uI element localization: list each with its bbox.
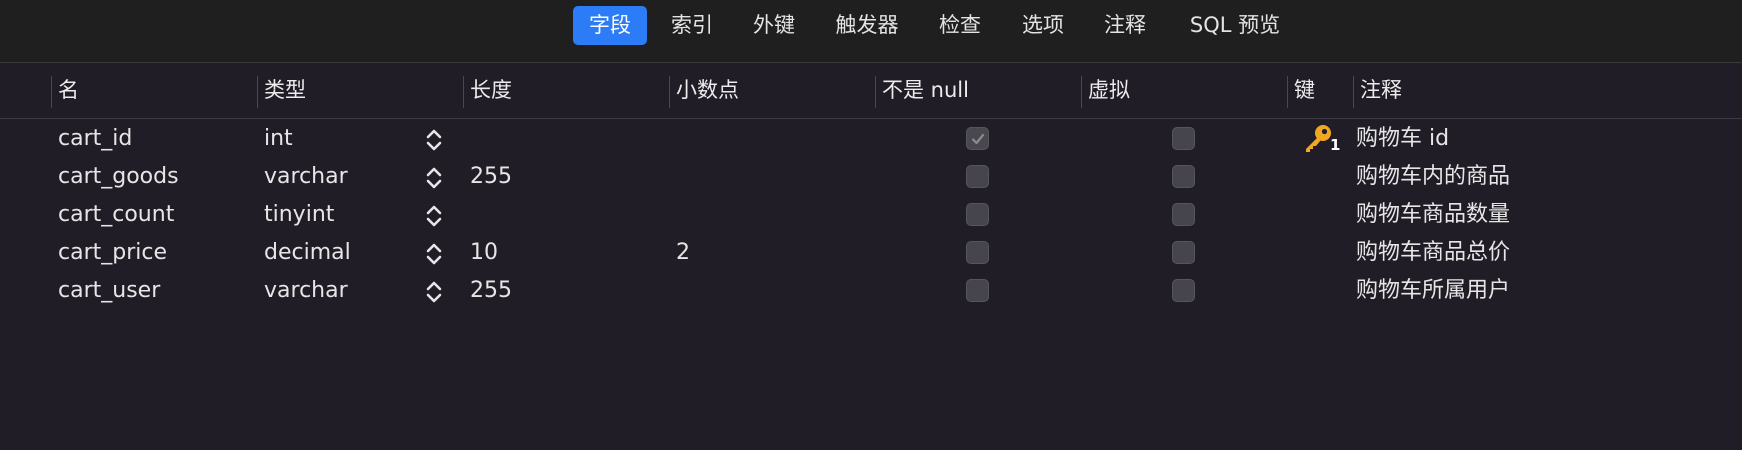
tab-foreign-keys[interactable]: 外键 — [742, 6, 806, 45]
column-header-name[interactable]: 名 — [58, 63, 79, 118]
field-type-cell[interactable]: varchar — [264, 158, 348, 196]
field-decimals-cell[interactable]: 2 — [676, 234, 690, 272]
field-name-cell[interactable]: cart_price — [58, 234, 167, 272]
up-down-chevron-icon[interactable] — [426, 203, 442, 229]
up-down-chevron-icon[interactable] — [426, 165, 442, 191]
column-header-type[interactable]: 类型 — [264, 63, 306, 118]
virtual-checkbox[interactable] — [1172, 127, 1195, 150]
field-type-cell[interactable]: decimal — [264, 234, 351, 272]
column-divider[interactable] — [669, 76, 670, 108]
up-down-chevron-icon[interactable] — [426, 241, 442, 267]
field-name-cell[interactable]: cart_goods — [58, 158, 179, 196]
column-divider[interactable] — [875, 76, 876, 108]
tab-options[interactable]: 选项 — [1011, 6, 1075, 45]
table-row[interactable]: cart_goods varchar 255 购物车内的商品 — [0, 158, 1742, 196]
column-header-not-null[interactable]: 不是 null — [882, 63, 969, 118]
tab-checks[interactable]: 检查 — [928, 6, 992, 45]
column-divider[interactable] — [257, 76, 258, 108]
virtual-checkbox[interactable] — [1172, 203, 1195, 226]
field-type-cell[interactable]: tinyint — [264, 196, 334, 234]
key-order-number: 1 — [1330, 136, 1341, 154]
tab-indexes[interactable]: 索引 — [660, 6, 724, 45]
field-comment-cell[interactable]: 购物车所属用户 — [1356, 272, 1510, 310]
tab-bar: 字段 索引 外键 触发器 检查 选项 注释 SQL 预览 — [0, 0, 1742, 63]
virtual-checkbox[interactable] — [1172, 279, 1195, 302]
field-type-cell[interactable]: varchar — [264, 272, 348, 310]
column-divider[interactable] — [51, 76, 52, 108]
not-null-checkbox[interactable] — [966, 203, 989, 226]
tab-sql-preview[interactable]: SQL 预览 — [1176, 6, 1294, 45]
field-type-cell[interactable]: int — [264, 120, 293, 158]
field-comment-cell[interactable]: 购物车商品总价 — [1356, 234, 1510, 272]
primary-key-icon — [1306, 125, 1331, 152]
field-name-cell[interactable]: cart_user — [58, 272, 160, 310]
not-null-checkbox[interactable] — [966, 127, 989, 150]
table-row[interactable]: cart_count tinyint 购物车商品数量 — [0, 196, 1742, 234]
virtual-checkbox[interactable] — [1172, 165, 1195, 188]
not-null-checkbox[interactable] — [966, 165, 989, 188]
table-row[interactable]: cart_user varchar 255 购物车所属用户 — [0, 272, 1742, 310]
column-divider[interactable] — [1287, 76, 1288, 108]
not-null-checkbox[interactable] — [966, 279, 989, 302]
tab-triggers[interactable]: 触发器 — [824, 6, 910, 45]
column-header-key[interactable]: 键 — [1294, 63, 1315, 118]
column-header-virtual[interactable]: 虚拟 — [1088, 63, 1130, 118]
column-header-comment[interactable]: 注释 — [1360, 63, 1402, 118]
field-length-cell[interactable]: 255 — [470, 272, 512, 310]
field-name-cell[interactable]: cart_count — [58, 196, 174, 234]
tab-fields[interactable]: 字段 — [573, 6, 647, 45]
not-null-checkbox[interactable] — [966, 241, 989, 264]
checkmark-icon — [971, 133, 985, 145]
column-header-length[interactable]: 长度 — [470, 63, 512, 118]
column-divider[interactable] — [1081, 76, 1082, 108]
column-divider[interactable] — [463, 76, 464, 108]
table-row[interactable]: cart_price decimal 10 2 购物车商品总价 — [0, 234, 1742, 272]
up-down-chevron-icon[interactable] — [426, 279, 442, 305]
field-length-cell[interactable]: 10 — [470, 234, 498, 272]
field-comment-cell[interactable]: 购物车内的商品 — [1356, 158, 1510, 196]
tab-comment[interactable]: 注释 — [1093, 6, 1157, 45]
column-divider[interactable] — [1353, 76, 1354, 108]
fields-table-header: 名 类型 长度 小数点 不是 null 虚拟 键 注释 — [0, 63, 1742, 119]
table-row[interactable]: cart_id int 1 购物车 id — [0, 120, 1742, 158]
column-header-decimals[interactable]: 小数点 — [676, 63, 739, 118]
field-length-cell[interactable]: 255 — [470, 158, 512, 196]
field-comment-cell[interactable]: 购物车商品数量 — [1356, 196, 1510, 234]
field-comment-cell[interactable]: 购物车 id — [1356, 120, 1449, 158]
virtual-checkbox[interactable] — [1172, 241, 1195, 264]
field-name-cell[interactable]: cart_id — [58, 120, 132, 158]
up-down-chevron-icon[interactable] — [426, 127, 442, 153]
